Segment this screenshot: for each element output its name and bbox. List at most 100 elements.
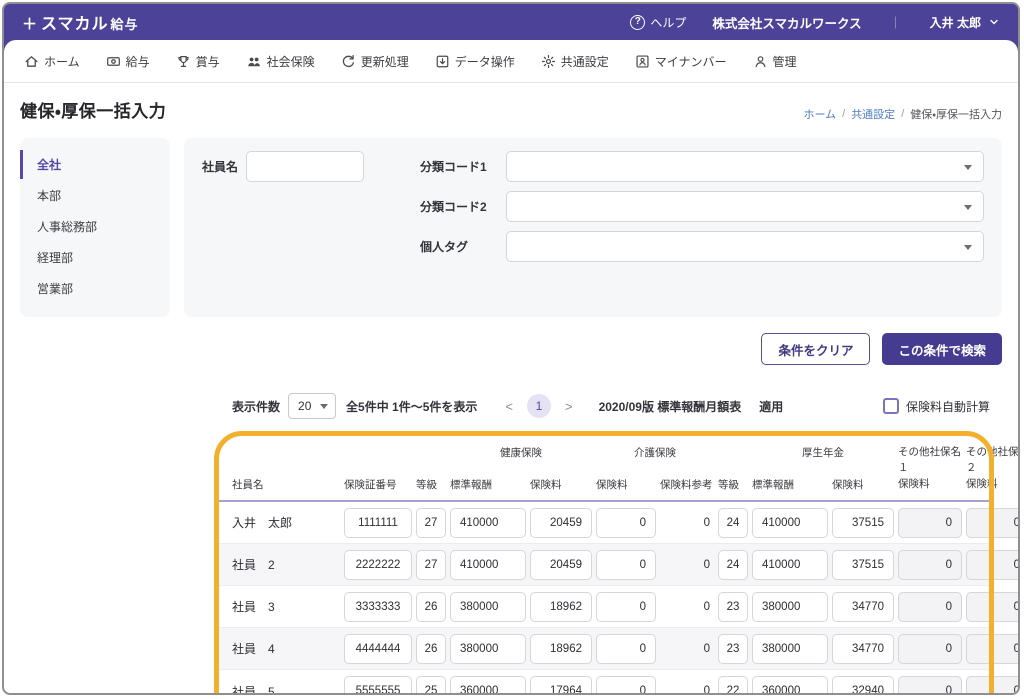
bonus-icon [177,55,189,67]
cert-no-input[interactable]: 4444444 [344,633,412,664]
sidebar-item-all-company[interactable]: 全社 [20,150,170,179]
kaigo-premium-input[interactable]: 0 [596,507,656,538]
kosei-premium-input[interactable]: 37515 [832,507,894,538]
kenpo-standard-input[interactable]: 380000 [450,633,526,664]
kosei-grade-input[interactable]: 24 [718,549,748,580]
main-nav: ホーム 給与 賞与 社会保険 更新処理 データ操作 共通設定 マイナンバー 管理 [4,40,1018,83]
other1-premium-input: 0 [898,676,962,693]
cert-no-input[interactable]: 1111111 [344,507,412,538]
kaigo-premium-input[interactable]: 0 [596,549,656,580]
kenpo-grade-input[interactable]: 25 [416,676,446,693]
group-header-kenpo: 健康保険 [500,447,542,459]
breadcrumb-home[interactable]: ホーム [803,106,836,122]
table-header: 社員名 保険証番号 等級 健康保険 標準報酬 保険料 介護保険 保険料 保険料参… [216,435,1018,503]
nav-item-data-operations[interactable]: データ操作 [435,53,515,70]
kaigo-ref-value: 0 [703,558,710,571]
breadcrumb-current: 健保・厚保一括入力 [910,109,1002,121]
nav-item-settings[interactable]: 共通設定 [541,53,609,70]
header-divider: ｜ [889,15,902,30]
category2-select[interactable] [506,191,984,222]
kenpo-premium-input[interactable]: 20459 [530,549,592,580]
personal-tag-select[interactable] [506,231,984,262]
nav-label: 管理 [772,54,797,69]
kosei-premium-input[interactable]: 37515 [832,549,894,580]
kenpo-grade-input[interactable]: 27 [416,549,446,580]
cert-no-input[interactable]: 2222222 [344,549,412,580]
kenpo-premium-input[interactable]: 18962 [530,591,592,622]
kenpo-standard-input[interactable]: 360000 [450,676,526,693]
kenpo-premium-input[interactable]: 17964 [530,676,592,693]
nav-item-social-insurance[interactable]: 社会保険 [246,53,315,70]
kosei-standard-input[interactable]: 410000 [752,549,828,580]
chevron-down-icon [964,245,972,250]
help-icon: ? [630,14,646,30]
breadcrumb-separator: / [842,108,846,120]
kosei-premium-input[interactable]: 34770 [832,633,894,664]
nav-item-home[interactable]: ホーム [24,53,80,70]
help-link[interactable]: ? ヘルプ [630,14,686,31]
sidebar-item-headquarters[interactable]: 本部 [20,181,170,210]
nav-label: 共通設定 [560,54,609,69]
nav-item-update[interactable]: 更新処理 [341,53,409,70]
content-sheet: ホーム 給与 賞与 社会保険 更新処理 データ操作 共通設定 マイナンバー 管理… [4,40,1018,695]
employee-name-input[interactable] [246,151,364,182]
kosei-standard-input[interactable]: 360000 [752,676,828,693]
nav-label: マイナンバー [654,54,727,69]
nav-label: ホーム [44,54,80,69]
nav-item-bonus[interactable]: 賞与 [176,53,220,70]
category1-label: 分類コード1 [420,160,487,174]
kaigo-premium-input[interactable]: 0 [596,591,656,622]
cert-no-input[interactable]: 5555555 [344,676,412,693]
kenpo-grade-input[interactable]: 27 [416,507,446,538]
nav-item-admin[interactable]: 管理 [753,53,797,70]
company-name: 株式会社スマカルワークス [712,16,862,31]
kenpo-premium-input[interactable]: 18962 [530,633,592,664]
sidebar-item-hr-general-affairs[interactable]: 人事総務部 [20,212,170,241]
nav-item-payroll[interactable]: 給与 [106,53,150,70]
kosei-grade-input[interactable]: 23 [718,633,748,664]
next-page-button[interactable]: > [565,399,573,414]
kenpo-standard-input[interactable]: 380000 [450,591,526,622]
home-icon [25,55,38,67]
kenpo-standard-input[interactable]: 410000 [450,507,526,538]
other2-premium-input: 0 [966,591,1018,622]
kenpo-premium-input[interactable]: 20459 [530,507,592,538]
sidebar-item-sales[interactable]: 営業部 [20,274,170,303]
other2-premium-input: 0 [966,676,1018,693]
table-row: 社員 2 2222222 27 410000 20459 0 0 24 4100… [216,544,1018,587]
kosei-grade-input[interactable]: 23 [718,591,748,622]
kenpo-standard-input[interactable]: 410000 [450,549,526,580]
payroll-icon [106,56,120,66]
kosei-grade-input[interactable]: 22 [718,676,748,693]
breadcrumb-separator: / [901,108,905,120]
prev-page-button[interactable]: < [505,399,513,414]
breadcrumb: ホーム / 共通設定 / 健保・厚保一括入力 [803,106,1002,122]
search-button[interactable]: この条件で検索 [882,333,1002,365]
group-header-kaigo: 介護保険 [634,447,676,459]
page-size-select[interactable]: 20 [288,393,337,419]
cert-no-input[interactable]: 3333333 [344,591,412,622]
category1-select[interactable] [506,151,984,182]
breadcrumb-settings[interactable]: 共通設定 [851,106,895,122]
chevron-down-icon [990,19,998,25]
kosei-grade-input[interactable]: 24 [718,507,748,538]
clear-conditions-button[interactable]: 条件をクリア [761,333,871,365]
kenpo-grade-input[interactable]: 26 [416,633,446,664]
user-menu[interactable]: 入井 太郎 [930,14,1000,31]
auto-calc-checkbox[interactable] [882,398,899,414]
kaigo-premium-input[interactable]: 0 [596,633,656,664]
employee-name: 社員 5 [232,684,275,695]
kosei-premium-input[interactable]: 34770 [832,591,894,622]
kosei-standard-input[interactable]: 380000 [752,591,828,622]
other2-premium-input: 0 [966,507,1018,538]
nav-label: 更新処理 [360,54,409,69]
kaigo-premium-input[interactable]: 0 [596,676,656,693]
nav-item-my-number[interactable]: マイナンバー [635,53,727,70]
page-number-button[interactable]: 1 [526,394,551,418]
sidebar-item-accounting[interactable]: 経理部 [20,243,170,272]
chevron-down-icon [964,205,972,210]
kosei-standard-input[interactable]: 410000 [752,507,828,538]
kenpo-grade-input[interactable]: 26 [416,591,446,622]
kosei-premium-input[interactable]: 32940 [832,676,894,693]
kosei-standard-input[interactable]: 380000 [752,633,828,664]
